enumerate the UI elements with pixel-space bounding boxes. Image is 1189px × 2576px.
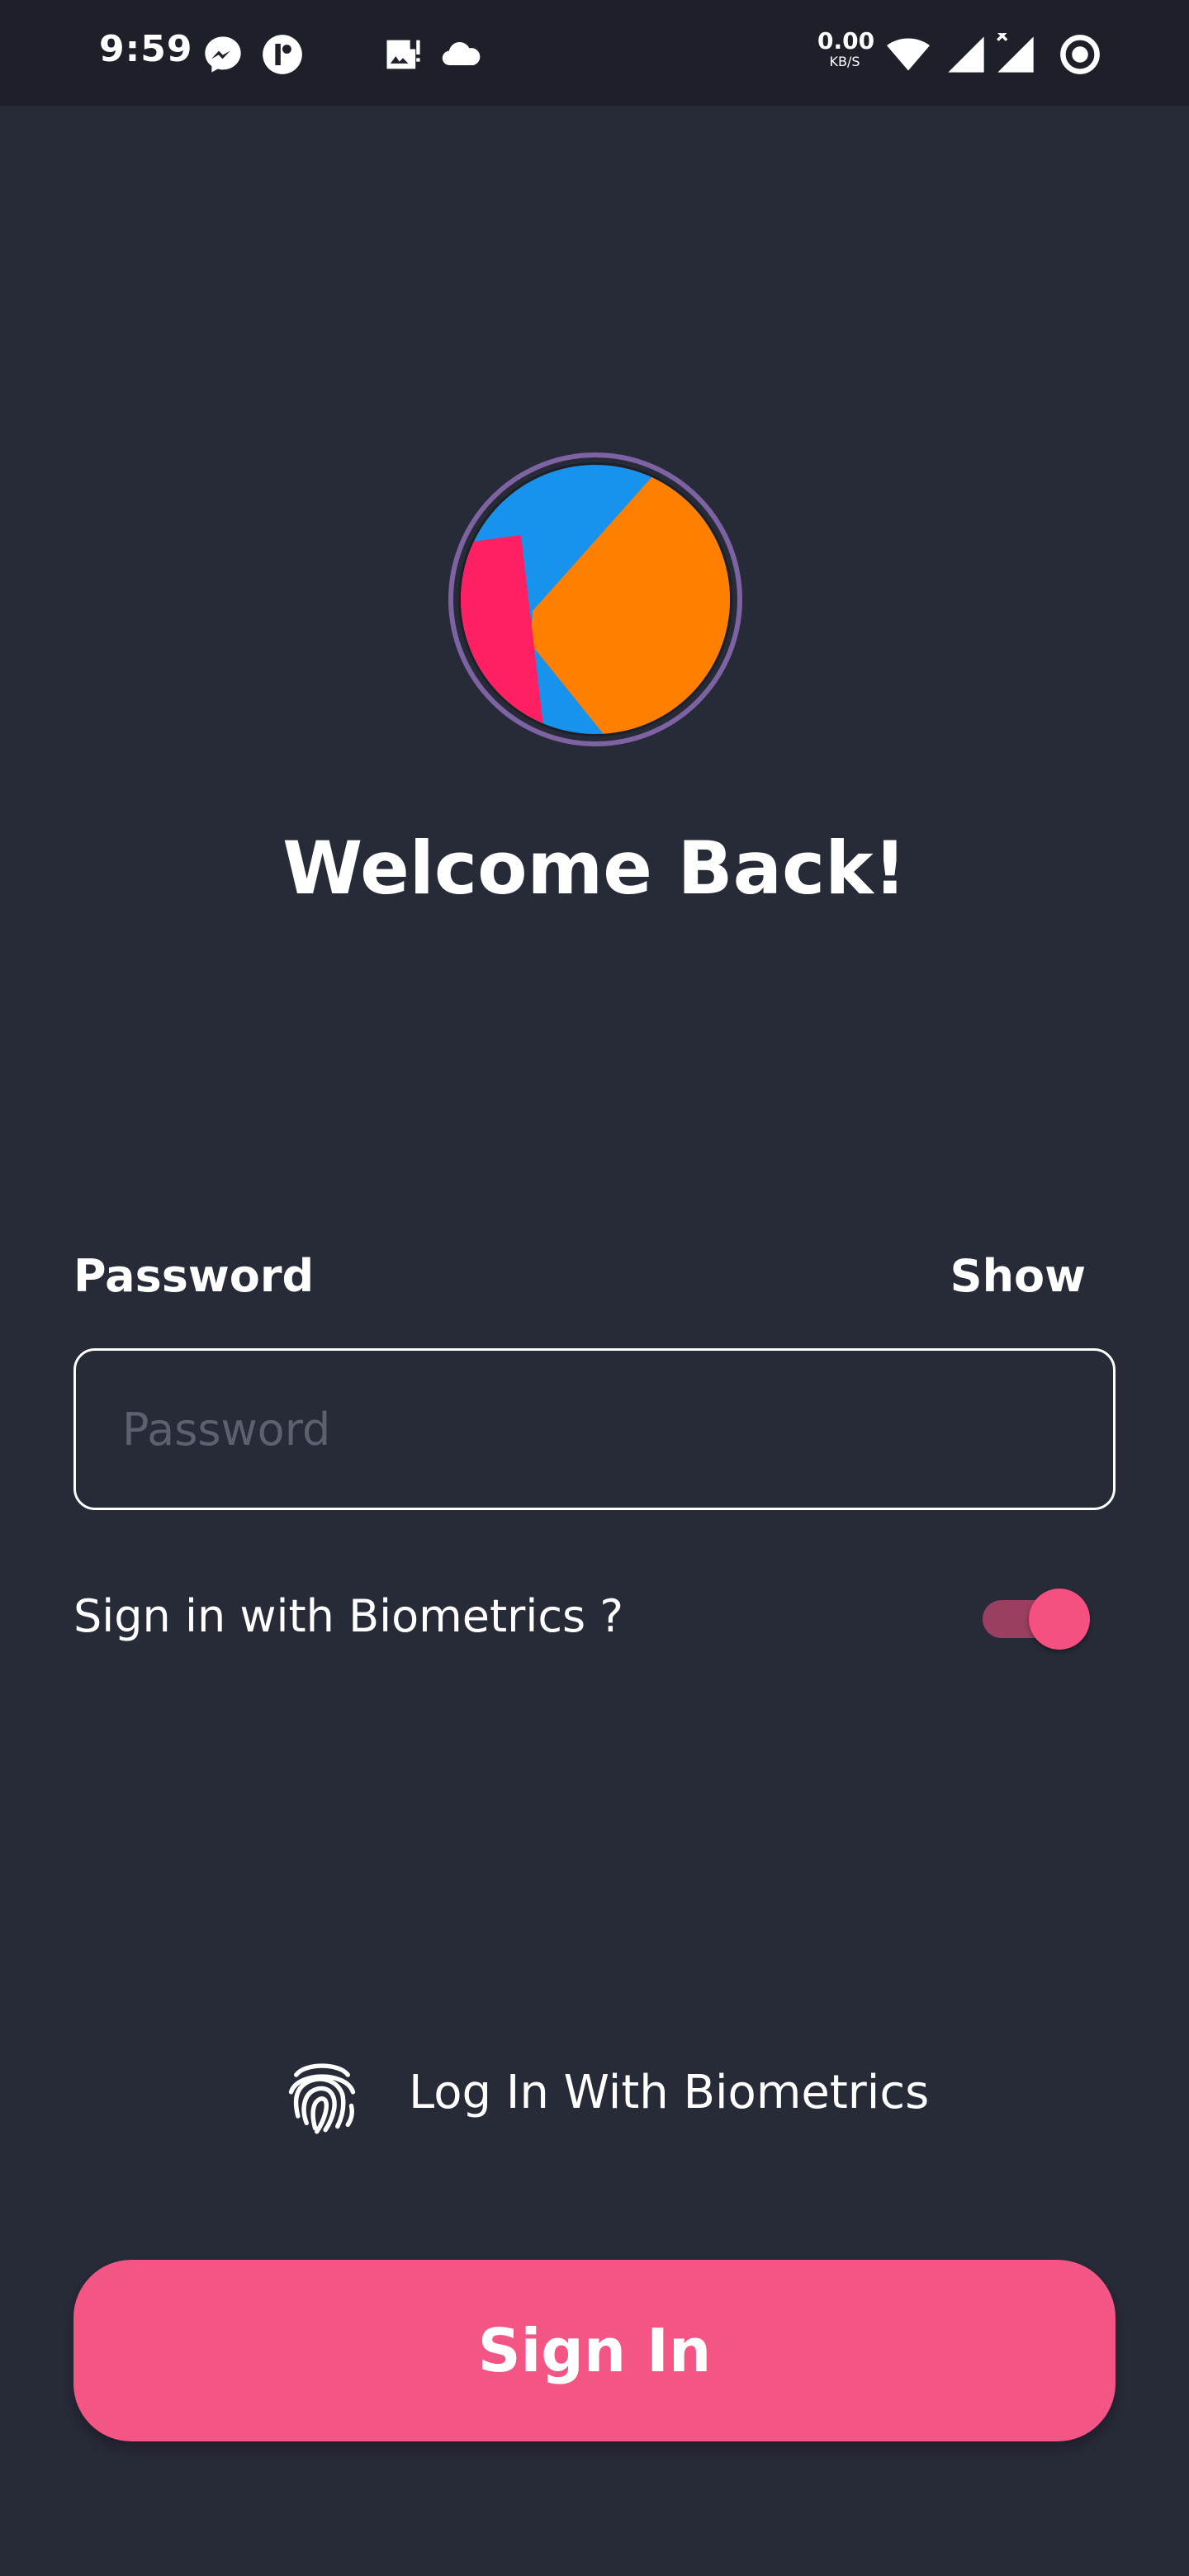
biometrics-toggle[interactable] [983,1587,1090,1650]
wifi-icon [887,33,930,76]
messenger-icon [201,33,244,76]
show-password-button[interactable]: Show [950,1250,1086,1302]
welcome-title: Welcome Back! [282,826,907,911]
cloud-icon [439,33,482,76]
record-icon [1059,33,1101,76]
signal-icon [945,33,988,76]
sign-in-button[interactable]: Sign In [73,2260,1116,2441]
network-speed-unit: KB/S [829,54,860,69]
login-screen: 9:59 0.00 KB/S Welcome Back! Password Sh… [0,0,1189,2576]
app-notification-icon [261,33,304,76]
password-input[interactable] [76,1351,1113,1508]
status-time: 9:59 [99,28,193,70]
password-field[interactable] [73,1348,1116,1510]
network-speed-value: 0.00 [817,27,875,54]
app-logo [448,452,742,746]
sign-in-label: Sign In [477,2316,712,2385]
status-bar: 9:59 0.00 KB/S [0,0,1189,106]
network-speed: 0.00 KB/S [817,27,875,69]
signal-no-data-icon [994,33,1037,76]
image-alert-icon [381,33,424,76]
password-label: Password [73,1250,315,1302]
fingerprint-icon [281,2054,363,2137]
biometric-login-button[interactable]: Log In With Biometrics [281,2049,929,2140]
biometrics-toggle-label: Sign in with Biometrics ? [73,1590,624,1642]
toggle-thumb [1029,1589,1090,1650]
biometric-login-label: Log In With Biometrics [409,2066,930,2119]
